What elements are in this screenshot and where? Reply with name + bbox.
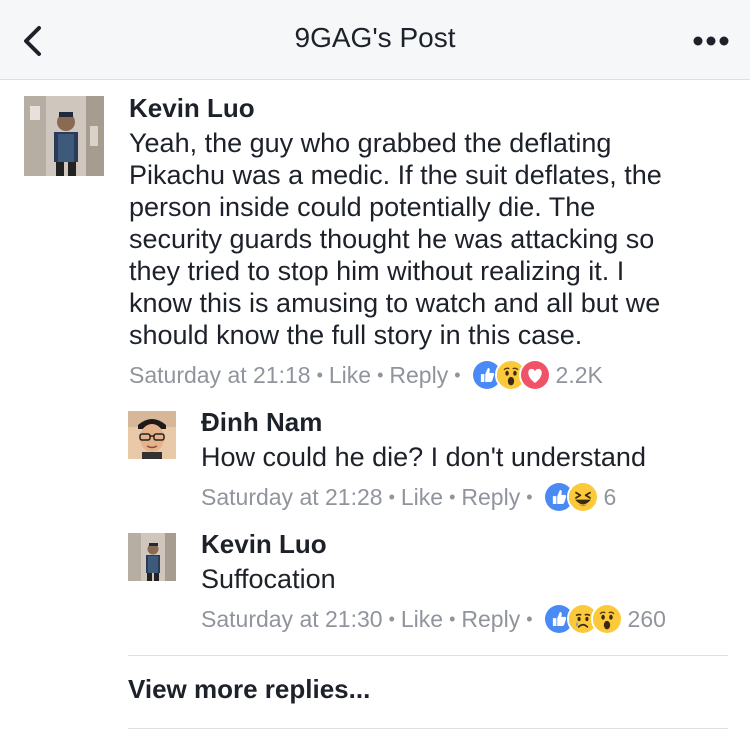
separator-dot: •	[388, 486, 395, 507]
more-options-button[interactable]	[692, 34, 730, 48]
comment-line: security guards thought he was attacking…	[129, 224, 655, 254]
reply-button[interactable]: Reply	[389, 362, 448, 389]
avatar[interactable]	[24, 96, 104, 176]
comment-line: Pikachu was a medic. If the suit deflate…	[129, 160, 662, 190]
separator-dot: •	[526, 486, 533, 507]
reactions-summary[interactable]: 6	[542, 481, 617, 513]
separator-dot: •	[377, 364, 384, 385]
timestamp[interactable]: Saturday at 21:18	[129, 362, 311, 389]
separator-dot: •	[454, 364, 461, 385]
reaction-count: 2.2K	[555, 361, 603, 388]
timestamp[interactable]: Saturday at 21:28	[201, 484, 383, 511]
like-button[interactable]: Like	[401, 484, 443, 511]
comment-line: should know the full story in this case.	[129, 320, 583, 350]
separator-dot: •	[388, 608, 395, 629]
profile-photo-kevin-luo	[128, 533, 176, 581]
view-more-replies-link[interactable]: View more replies...	[128, 674, 370, 705]
reply-button[interactable]: Reply	[461, 484, 520, 511]
reaction-count: 260	[627, 605, 666, 632]
comment-line: person inside could potentially die. The	[129, 192, 596, 222]
wow-icon	[590, 603, 623, 635]
comment-line: Yeah, the guy who grabbed the deflating	[129, 128, 612, 158]
reply-text: Suffocation	[201, 564, 336, 594]
avatar[interactable]	[128, 533, 176, 581]
separator-dot: •	[316, 364, 323, 385]
reply-button[interactable]: Reply	[461, 606, 520, 633]
divider	[128, 728, 728, 729]
separator-dot: •	[449, 608, 456, 629]
separator-dot: •	[526, 608, 533, 629]
profile-photo-kevin-luo	[24, 96, 104, 176]
top-nav-bar: 9GAG's Post	[0, 0, 750, 80]
comment-meta: Saturday at 21:18 • Like • Reply • 2.2K	[129, 358, 603, 392]
separator-dot: •	[449, 486, 456, 507]
like-button[interactable]: Like	[329, 362, 371, 389]
page-title: 9GAG's Post	[294, 22, 456, 53]
love-icon	[518, 359, 551, 391]
comment-author[interactable]: Kevin Luo	[129, 93, 255, 124]
like-button[interactable]: Like	[401, 606, 443, 633]
reply-text: How could he die? I don't understand	[201, 442, 646, 472]
reactions-summary[interactable]: 260	[542, 603, 666, 635]
timestamp[interactable]: Saturday at 21:30	[201, 606, 383, 633]
comment-text: Yeah, the guy who grabbed the deflating …	[129, 127, 729, 351]
comment-line: know this is amusing to watch and all bu…	[129, 288, 661, 318]
avatar[interactable]	[128, 411, 176, 459]
haha-icon	[566, 481, 599, 513]
reply-author[interactable]: Đinh Nam	[201, 407, 322, 438]
reaction-count: 6	[603, 483, 617, 510]
comment-line: they tried to stop him without realizing…	[129, 256, 625, 286]
profile-photo-dinh-nam	[128, 411, 176, 459]
divider	[128, 655, 728, 656]
reply-author[interactable]: Kevin Luo	[201, 529, 327, 560]
reply-meta: Saturday at 21:28 • Like • Reply • 6	[201, 480, 616, 514]
reactions-summary[interactable]: 2.2K	[470, 359, 603, 391]
more-dots-icon	[693, 36, 729, 46]
reply-meta: Saturday at 21:30 • Like • Reply • 260	[201, 602, 666, 636]
